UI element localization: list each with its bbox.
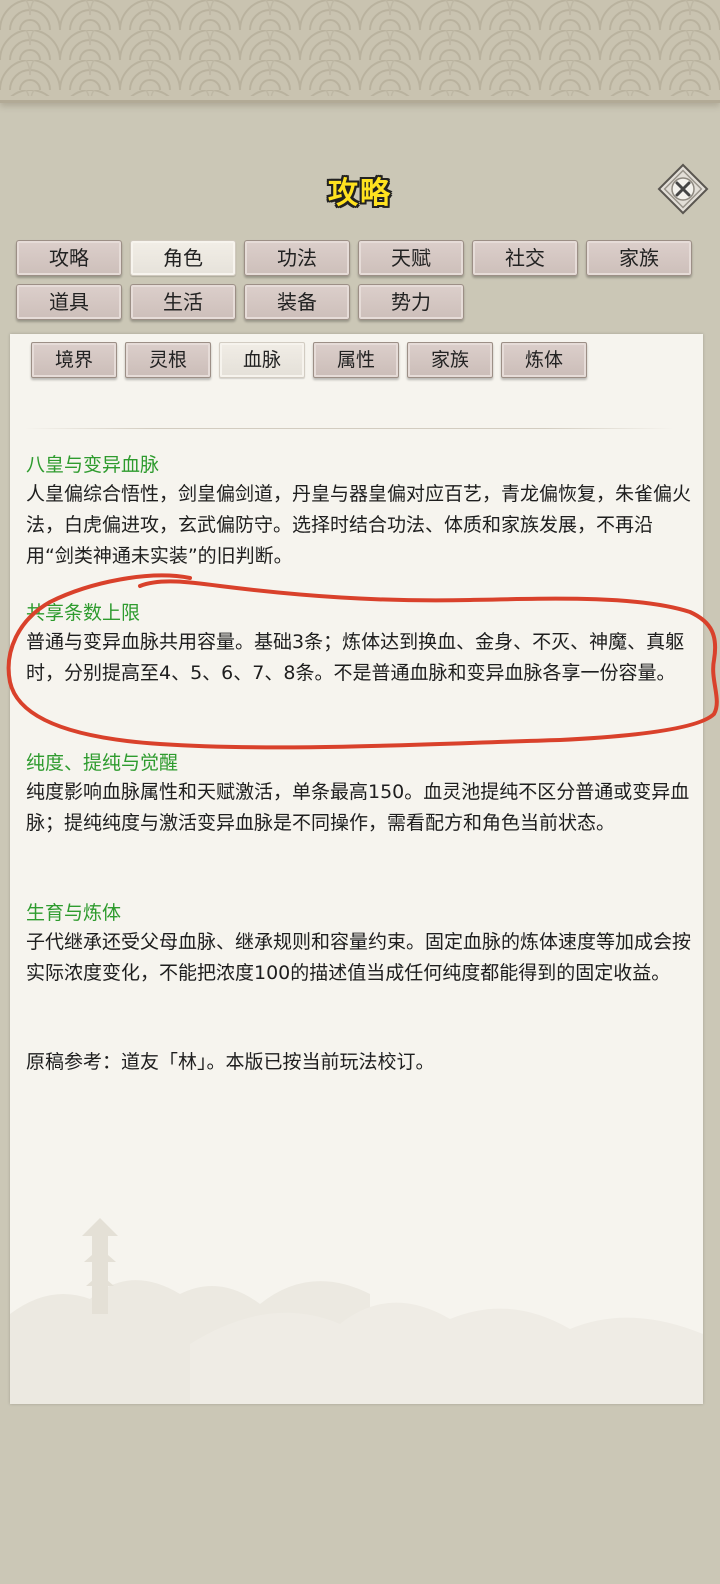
subtab-body-refining[interactable]: 炼体 (501, 342, 587, 378)
subtab-spirit-root[interactable]: 灵根 (125, 342, 211, 378)
header-decoration (0, 0, 720, 103)
content-panel: 境界 灵根 血脉 属性 家族 炼体 八皇与变异血脉 人皇偏综合悟性，剑皇偏剑道，… (10, 334, 703, 1404)
page-title: 攻略 (328, 176, 392, 211)
section-title: 八皇与变异血脉 (26, 454, 160, 476)
tab-family[interactable]: 家族 (586, 240, 692, 276)
section-title: 生育与炼体 (26, 902, 122, 924)
tab-guide[interactable]: 攻略 (16, 240, 122, 276)
section-body: 人皇偏综合悟性，剑皇偏剑道，丹皇与器皇偏对应百艺，青龙偏恢复，朱雀偏火法，白虎偏… (26, 483, 692, 567)
tab-life[interactable]: 生活 (130, 284, 236, 320)
tab-items[interactable]: 道具 (16, 284, 122, 320)
subtab-attributes[interactable]: 属性 (313, 342, 399, 378)
section-title: 共享条数上限 (26, 602, 141, 624)
subtab-family[interactable]: 家族 (407, 342, 493, 378)
reference-note: 原稿参考：道友「林」。本版已按当前玩法校订。 (26, 1051, 435, 1073)
tab-social[interactable]: 社交 (472, 240, 578, 276)
section-body: 纯度影响血脉属性和天赋激活，单条最高150。血灵池提纯不区分普通或变异血脉；提纯… (26, 781, 690, 834)
tab-talent[interactable]: 天赋 (358, 240, 464, 276)
close-button[interactable] (656, 162, 710, 216)
subtab-bloodline[interactable]: 血脉 (219, 342, 305, 378)
section-body: 普通与变异血脉共用容量。基础3条；炼体达到换血、金身、不灭、神魔、真躯时，分别提… (26, 631, 685, 684)
close-icon (657, 163, 709, 215)
tab-equipment[interactable]: 装备 (244, 284, 350, 320)
divider (24, 428, 674, 429)
section-title: 纯度、提纯与觉醒 (26, 752, 179, 774)
tab-faction[interactable]: 势力 (358, 284, 464, 320)
tab-skills[interactable]: 功法 (244, 240, 350, 276)
mountain-watermark (10, 1218, 703, 1404)
tab-character[interactable]: 角色 (130, 240, 236, 276)
subtab-realm[interactable]: 境界 (31, 342, 117, 378)
section-body: 子代继承还受父母血脉、继承规则和容量约束。固定血脉的炼体速度等加成会按实际浓度变… (26, 931, 692, 984)
